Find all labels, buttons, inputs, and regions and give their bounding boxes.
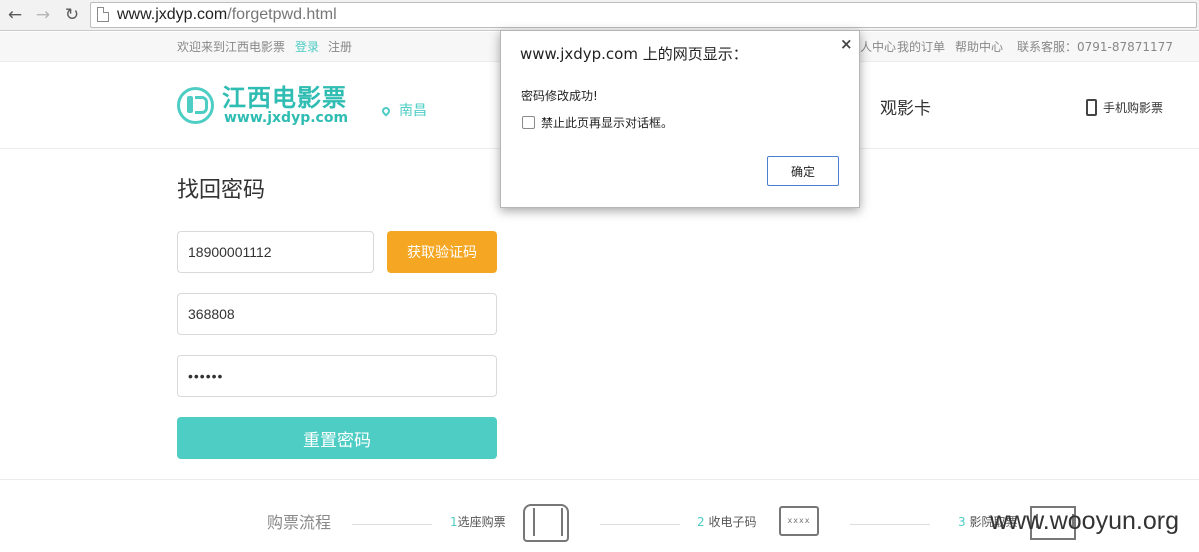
browser-toolbar: ← → ↻ www.jxdyp.com/forgetpwd.html <box>0 0 1199 31</box>
phone-icon <box>1086 99 1097 116</box>
user-center-link[interactable]: 人中心 <box>860 40 896 54</box>
step-number: 3 <box>958 515 966 529</box>
reset-password-button[interactable]: 重置密码 <box>177 417 497 459</box>
divider <box>352 524 432 525</box>
city-selector[interactable]: 南昌 <box>380 103 427 119</box>
divider <box>850 524 930 525</box>
help-center-link[interactable]: 帮助中心 <box>955 40 1003 54</box>
get-code-button[interactable]: 获取验证码 <box>387 231 497 273</box>
logo-title[interactable]: 江西电影票 <box>222 85 347 111</box>
url-path: /forgetpwd.html <box>227 6 337 23</box>
my-orders-link[interactable]: 我的订单 <box>897 40 945 54</box>
suppress-dialogs-label[interactable]: 禁止此页再显示对话框。 <box>541 116 673 130</box>
step-label: 选座购票 <box>457 515 506 529</box>
watermark: www.wooyun.org <box>990 507 1179 535</box>
logo-icon[interactable] <box>177 87 214 124</box>
purchase-process: 购票流程 1选座购票 2 收电子码 xxxx 3 影院取票 www.wooyun… <box>0 479 1199 552</box>
step-label: 收电子码 <box>708 515 757 529</box>
dialog-message: 密码修改成功! <box>521 89 598 103</box>
location-pin-icon <box>380 105 392 117</box>
page-icon <box>97 7 109 22</box>
seat-icon <box>523 504 569 542</box>
step-number: 2 <box>697 515 705 529</box>
suppress-dialogs-checkbox[interactable] <box>522 116 535 129</box>
reload-icon[interactable]: ↻ <box>62 5 82 25</box>
new-password-input[interactable] <box>177 355 497 397</box>
back-arrow-icon[interactable]: ← <box>5 5 25 25</box>
close-icon[interactable]: × <box>840 36 853 52</box>
divider <box>600 524 680 525</box>
address-bar[interactable]: www.jxdyp.com/forgetpwd.html <box>90 2 1197 28</box>
mobile-tickets-label: 手机购影票 <box>1103 101 1164 115</box>
login-link[interactable]: 登录 <box>295 40 319 54</box>
nav-movie-card[interactable]: 观影卡 <box>880 99 931 119</box>
step-select-seat: 1选座购票 <box>450 515 506 529</box>
dialog-title: www.jxdyp.com 上的网页显示： <box>520 45 748 63</box>
step-number: 1 <box>450 515 458 529</box>
register-link[interactable]: 注册 <box>328 40 352 54</box>
page-title: 找回密码 <box>177 178 266 203</box>
welcome-text: 欢迎来到江西电影票 <box>177 40 286 54</box>
alert-dialog: www.jxdyp.com 上的网页显示： × 密码修改成功! 禁止此页再显示对… <box>500 30 860 208</box>
forward-arrow-icon[interactable]: → <box>33 5 53 25</box>
process-title: 购票流程 <box>267 513 332 532</box>
mobile-tickets-link[interactable]: 手机购影票 <box>1086 99 1164 117</box>
customer-service-text: 联系客服：0791-87871177 <box>1017 40 1173 54</box>
sms-icon: xxxx <box>779 506 819 536</box>
verification-code-input[interactable] <box>177 293 497 335</box>
url-host: www.jxdyp.com <box>117 6 228 23</box>
phone-input[interactable] <box>177 231 374 273</box>
step-receive-code: 2 收电子码 <box>697 515 756 529</box>
logo-url: www.jxdyp.com <box>224 110 349 126</box>
city-name: 南昌 <box>399 103 427 119</box>
ok-button[interactable]: 确定 <box>767 156 839 186</box>
url-text[interactable]: www.jxdyp.com/forgetpwd.html <box>117 5 337 25</box>
